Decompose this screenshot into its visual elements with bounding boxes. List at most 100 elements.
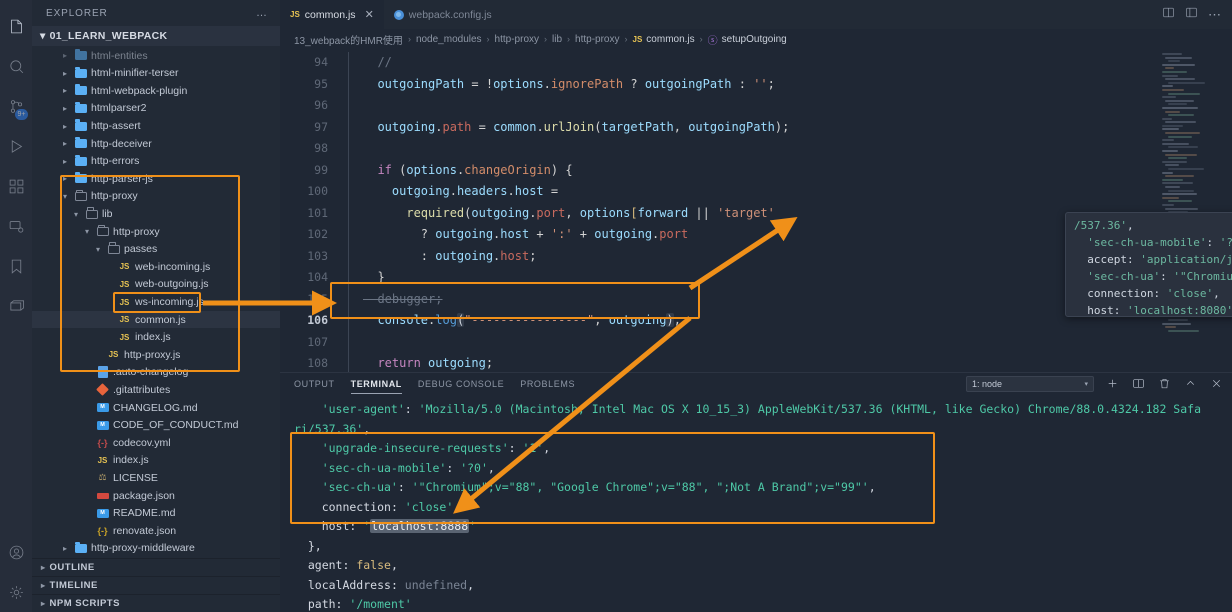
- tree-item[interactable]: M CODE_OF_CONDUCT.md: [32, 416, 280, 434]
- tree-item[interactable]: ▾ passes: [32, 240, 280, 258]
- new-terminal-icon[interactable]: [1104, 376, 1120, 392]
- run-debug-icon[interactable]: [0, 126, 32, 166]
- bookmarks-icon[interactable]: [0, 246, 32, 286]
- chevron-down-icon[interactable]: ▾: [71, 210, 81, 219]
- chevron-right-icon[interactable]: ▸: [60, 69, 70, 78]
- explorer-icon[interactable]: [0, 6, 32, 46]
- remote-explorer-icon[interactable]: [0, 206, 32, 246]
- extensions-icon[interactable]: [0, 166, 32, 206]
- code-lines[interactable]: 94 //95 outgoingPath = !options.ignorePa…: [280, 49, 1162, 372]
- more-actions-icon[interactable]: ⋯: [1208, 7, 1222, 23]
- code-line[interactable]: 94 //: [280, 52, 1162, 74]
- tree-item[interactable]: ▾ http-proxy: [32, 223, 280, 241]
- tree-item[interactable]: ▸ html-webpack-plugin: [32, 82, 280, 100]
- tree-item[interactable]: JS index.js: [32, 452, 280, 470]
- tree-item[interactable]: JS common.js: [32, 310, 280, 329]
- tree-item[interactable]: ▸ http-deceiver: [32, 135, 280, 153]
- tree-item[interactable]: package.json: [32, 487, 280, 505]
- tree-item[interactable]: M README.md: [32, 504, 280, 522]
- split-terminal-icon[interactable]: [1130, 376, 1146, 392]
- breadcrumb-item[interactable]: lib: [552, 34, 562, 45]
- tree-item[interactable]: ▸ http-errors: [32, 152, 280, 170]
- code-line[interactable]: 108 return outgoing;: [280, 353, 1162, 372]
- code-line[interactable]: 105 debugger;: [280, 288, 1162, 310]
- code-line[interactable]: 101 required(outgoing.port, options[forw…: [280, 202, 1162, 224]
- breadcrumb-item[interactable]: http-proxy: [495, 34, 539, 45]
- accounts-icon[interactable]: [0, 532, 32, 572]
- tree-item[interactable]: JS index.js: [32, 328, 280, 346]
- tab-problems[interactable]: PROBLEMS: [520, 373, 575, 394]
- code-line[interactable]: 96: [280, 95, 1162, 117]
- chevron-right-icon[interactable]: ▸: [60, 139, 70, 148]
- tree-item[interactable]: {-} codecov.yml: [32, 434, 280, 452]
- close-panel-icon[interactable]: [1208, 376, 1224, 392]
- code-line[interactable]: 103 : outgoing.host;: [280, 245, 1162, 267]
- sidebar-more-actions-icon[interactable]: …: [256, 7, 268, 19]
- tree-item[interactable]: .gitattributes: [32, 381, 280, 399]
- open-changes-icon[interactable]: [1185, 6, 1198, 24]
- breadcrumb-item[interactable]: node_modules: [416, 34, 482, 45]
- tree-item[interactable]: ▸ http-proxy-middleware: [32, 540, 280, 558]
- settings-gear-icon[interactable]: [0, 572, 32, 612]
- chevron-right-icon[interactable]: ▸: [60, 157, 70, 166]
- tree-item[interactable]: ⚖ LICENSE: [32, 469, 280, 487]
- tree-item[interactable]: ▸ http-assert: [32, 117, 280, 135]
- tree-item[interactable]: JS http-proxy.js: [32, 346, 280, 364]
- breadcrumb-item[interactable]: 13_webpack的HMR使用: [294, 32, 403, 47]
- search-icon[interactable]: [0, 46, 32, 86]
- kill-terminal-icon[interactable]: [1156, 376, 1172, 392]
- code-editor[interactable]: 94 //95 outgoingPath = !options.ignorePa…: [280, 49, 1232, 372]
- chevron-right-icon[interactable]: ▸: [60, 544, 70, 553]
- tree-item[interactable]: ▾ lib: [32, 205, 280, 223]
- chevron-right-icon[interactable]: ▸: [60, 122, 70, 131]
- chevron-down-icon[interactable]: ▾: [93, 245, 103, 254]
- close-icon[interactable]: ✕: [365, 8, 374, 21]
- chevron-right-icon[interactable]: ▸: [60, 51, 70, 60]
- breadcrumb[interactable]: 13_webpack的HMR使用 › node_modules › http-proxy…: [280, 29, 1232, 49]
- code-line[interactable]: 95 outgoingPath = !options.ignorePath ? …: [280, 73, 1162, 95]
- file-tree[interactable]: ▸ html-entities ▸ html-minifier-terser ▸ html…: [32, 46, 280, 558]
- tree-item[interactable]: ▸ html-minifier-terser: [32, 65, 280, 83]
- chevron-right-icon[interactable]: ▸: [60, 86, 70, 95]
- chevron-down-icon[interactable]: ▾: [82, 227, 92, 236]
- tree-item[interactable]: ▸ html-entities: [32, 47, 280, 65]
- source-control-icon[interactable]: 9+: [0, 86, 32, 126]
- tree-item[interactable]: ▾ http-proxy: [32, 188, 280, 206]
- code-line[interactable]: 99 if (options.changeOrigin) {: [280, 159, 1162, 181]
- chevron-right-icon[interactable]: ▸: [60, 104, 70, 113]
- code-line[interactable]: 107: [280, 331, 1162, 353]
- sidebar-section-npm-scripts[interactable]: ▸ NPM SCRIPTS: [32, 593, 280, 612]
- chevron-down-icon[interactable]: ▾: [60, 192, 70, 201]
- sidebar-root-folder[interactable]: ▾ 01_LEARN_WEBPACK: [32, 26, 280, 46]
- tab-terminal[interactable]: TERMINAL: [350, 373, 403, 394]
- breadcrumb-item[interactable]: common.js: [646, 34, 694, 45]
- chevron-right-icon[interactable]: ▸: [60, 174, 70, 183]
- sidebar-section-outline[interactable]: ▸ OUTLINE: [32, 557, 280, 576]
- terminal-output[interactable]: 'user-agent': 'Mozilla/5.0 (Macintosh; I…: [280, 394, 1232, 612]
- tree-item[interactable]: JS ws-incoming.js: [32, 293, 280, 311]
- tab-common-js[interactable]: JS common.js ✕: [280, 0, 384, 29]
- tree-item[interactable]: M CHANGELOG.md: [32, 399, 280, 417]
- maximize-panel-icon[interactable]: [1182, 376, 1198, 392]
- tree-item[interactable]: ▸ http-parser-js: [32, 170, 280, 188]
- tree-item[interactable]: ▸ htmlparser2: [32, 100, 280, 118]
- tree-item[interactable]: JS web-incoming.js: [32, 258, 280, 276]
- breadcrumb-item[interactable]: setupOutgoing: [722, 34, 787, 45]
- code-line[interactable]: 98: [280, 138, 1162, 160]
- tab-output[interactable]: OUTPUT: [294, 373, 335, 394]
- tree-item[interactable]: .auto-changelog: [32, 364, 280, 382]
- code-line[interactable]: 106 console.log("----------------", outg…: [280, 310, 1162, 332]
- breadcrumb-item[interactable]: http-proxy: [575, 34, 619, 45]
- code-line[interactable]: 102 ? outgoing.host + ':' + outgoing.por…: [280, 224, 1162, 246]
- tree-item[interactable]: JS web-outgoing.js: [32, 276, 280, 294]
- tree-item[interactable]: ▸human-signals: [32, 557, 280, 558]
- code-line[interactable]: 100 outgoing.headers.host =: [280, 181, 1162, 203]
- terminal-selector-dropdown[interactable]: 1: node ▾: [966, 375, 1094, 392]
- code-line[interactable]: 104 }: [280, 267, 1162, 289]
- tree-item[interactable]: {-} renovate.json: [32, 522, 280, 540]
- database-icon[interactable]: [0, 286, 32, 326]
- tab-debug-console[interactable]: DEBUG CONSOLE: [418, 373, 504, 394]
- sidebar-section-timeline[interactable]: ▸ TIMELINE: [32, 575, 280, 594]
- tab-webpack-config-js[interactable]: webpack.config.js: [383, 0, 502, 29]
- minimap[interactable]: [1162, 49, 1224, 372]
